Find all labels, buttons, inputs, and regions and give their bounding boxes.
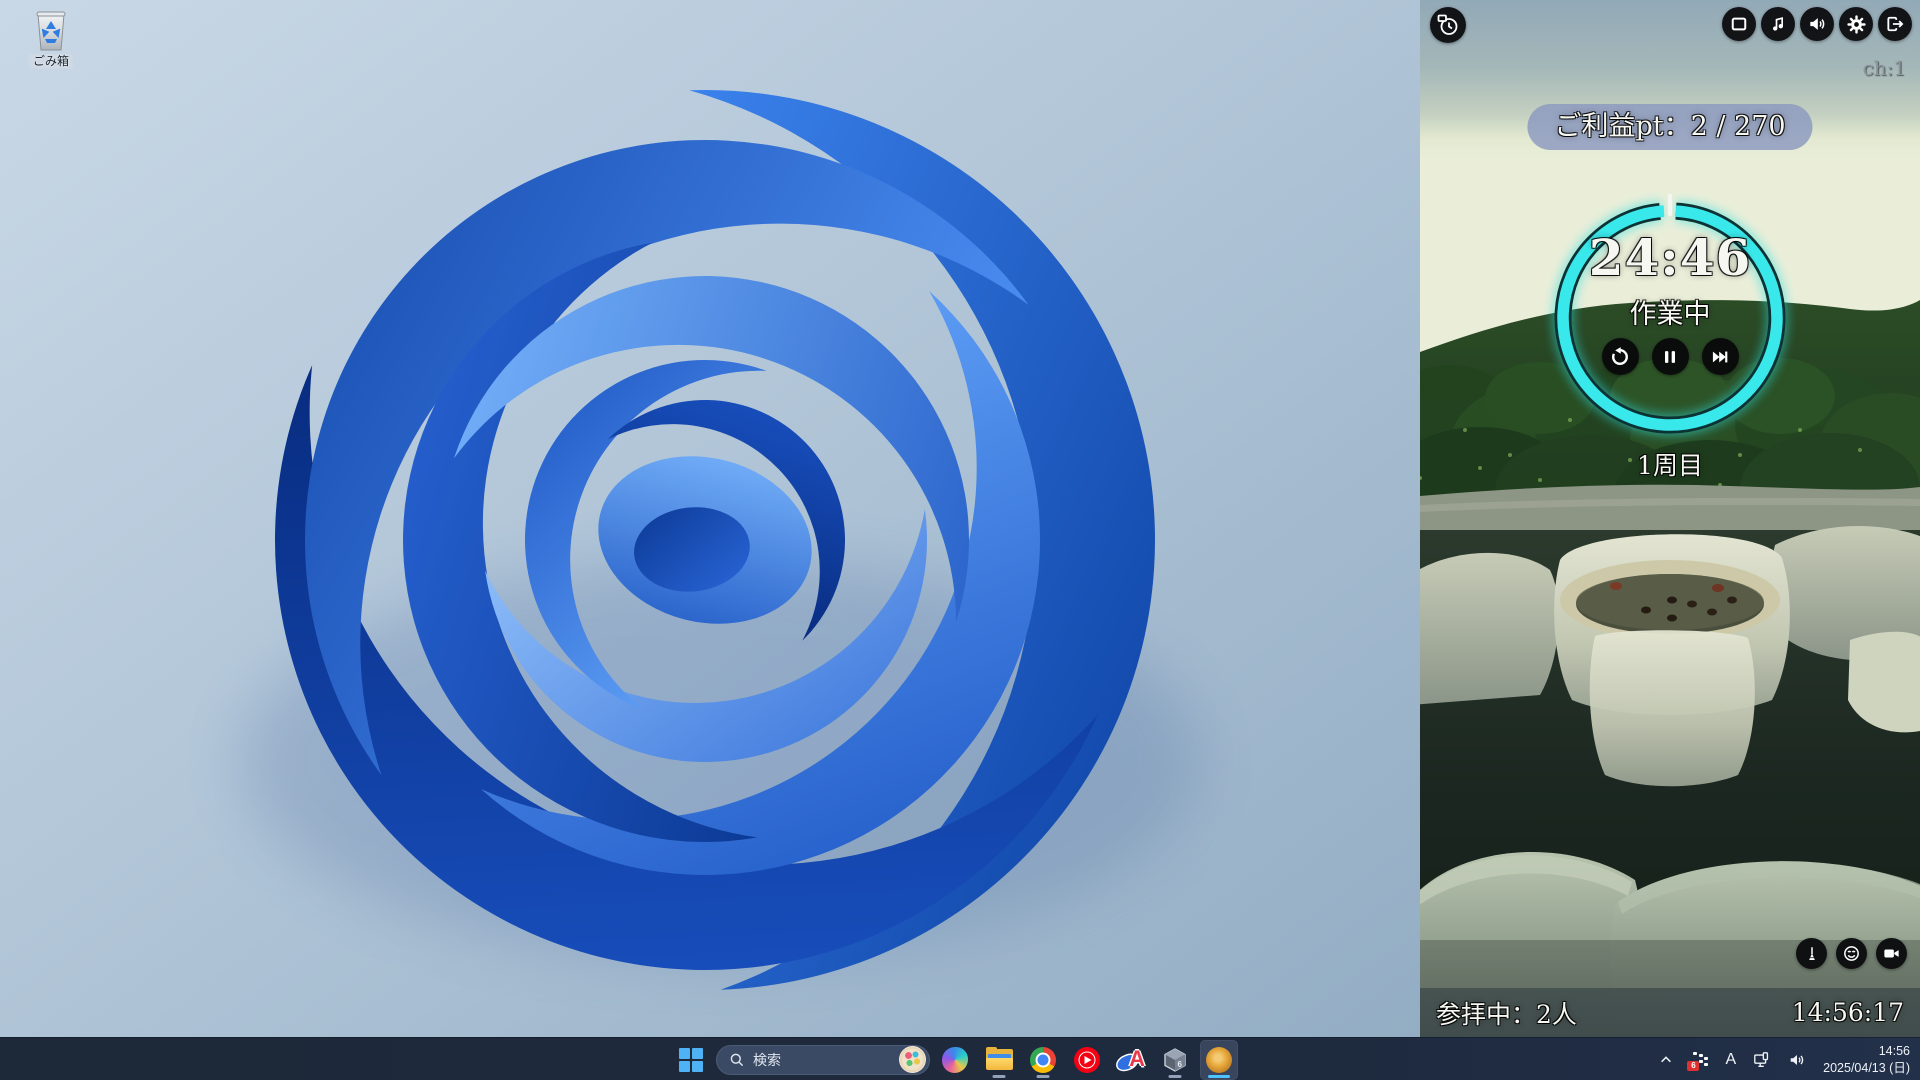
chevron-up-icon [1659,1053,1673,1067]
app-a-icon: A [1115,1046,1145,1073]
skip-button[interactable] [1701,338,1739,375]
panel-header-buttons [1722,7,1912,41]
taskbar-app-youtube-music[interactable] [1068,1040,1106,1080]
pause-icon [1660,347,1680,367]
shrine-scene [1420,0,1920,1037]
taskbar-app-file-explorer[interactable] [980,1040,1018,1080]
music-button[interactable] [1761,7,1795,41]
broom-icon [1803,945,1821,963]
running-indicator [1036,1074,1050,1078]
restart-button[interactable] [1601,338,1639,375]
visitors-label: 参拝中：2人 [1436,999,1577,1029]
smiley-button[interactable] [1836,938,1867,969]
video-camera-icon [1882,944,1901,963]
clock-button[interactable]: 14:56 2025/04/13 (日) [1821,1040,1912,1080]
chrome-icon [1030,1046,1056,1073]
running-indicator [1168,1074,1182,1078]
youtube-music-icon [1074,1046,1100,1073]
logout-button[interactable] [1878,7,1912,41]
tray-chevron-button[interactable] [1657,1040,1675,1080]
volume-button[interactable] [1800,7,1834,41]
app-badge-icon: 6 [1687,1051,1708,1071]
active-indicator [1208,1074,1230,1078]
camera-button[interactable] [1876,938,1907,969]
wallpaper-bloom [0,0,1420,1037]
system-tray: 6 A 14:56 2025/04/13 (日) [1657,1038,1912,1080]
svg-text:6: 6 [1178,1060,1183,1069]
recycle-bin-label: ごみ箱 [28,54,73,69]
skip-icon [1710,347,1730,367]
smiley-icon [1842,944,1861,963]
panel-clock: 14:56:17 [1791,998,1904,1027]
lap-label: 1周目 [1637,451,1703,480]
timer-clock-button[interactable] [1430,7,1466,43]
notification-badge: 6 [1687,1060,1700,1071]
start-button[interactable] [672,1040,710,1080]
search-daily-image[interactable] [899,1046,926,1073]
network-display-icon [1753,1051,1771,1069]
points-badge: ご利益pt：2 / 270 [1527,104,1813,150]
taskbar-center: 検索 A 6 [672,1038,1238,1080]
network-button[interactable] [1751,1040,1773,1080]
search-icon [729,1052,745,1068]
taskbar-app-cube[interactable]: 6 [1156,1040,1194,1080]
panel-action-buttons [1796,938,1907,969]
logout-icon [1885,14,1905,34]
cube-app-icon: 6 [1162,1047,1188,1073]
taskbar-search[interactable]: 検索 [716,1044,930,1075]
tray-time: 14:56 [1878,1044,1910,1059]
restart-icon [1609,346,1631,368]
search-placeholder: 検索 [753,1051,781,1068]
pause-button[interactable] [1651,338,1689,375]
shrine-app-icon [1206,1046,1232,1073]
taskbar-app-shrine[interactable] [1200,1039,1238,1080]
file-explorer-icon [985,1046,1013,1071]
windows-logo-icon [679,1047,703,1072]
volume-icon [1807,14,1827,34]
timer-clock-icon [1436,13,1460,37]
taskbar-app-copilot[interactable] [936,1040,974,1080]
tray-clock: 14:56 2025/04/13 (日) [1823,1043,1910,1076]
timer-controls [1538,338,1802,375]
running-indicator [992,1074,1006,1078]
settings-button[interactable] [1839,7,1873,41]
ime-mode-label: A [1725,1050,1737,1068]
timer-status: 作業中 [1629,299,1711,330]
taskbar-app-a[interactable]: A [1112,1040,1150,1080]
music-note-icon [1768,14,1788,34]
pomodoro-timer: 24:46 作業中 [1538,186,1802,450]
window-button[interactable] [1722,7,1756,41]
taskbar: 検索 A 6 6 A 14:56 2025/04/13 (日) [0,1037,1920,1080]
recycle-bin-icon[interactable]: ごみ箱 [16,8,86,70]
tray-date: 2025/04/13 (日) [1823,1060,1910,1075]
copilot-icon [942,1046,968,1073]
recycle-bin-glyph [30,8,72,52]
volume-tray-icon [1788,1051,1806,1069]
volume-tray-button[interactable] [1786,1040,1808,1080]
desktop-screen: ごみ箱 ch:1 ご利益pt：2 / 270 24:46 作業中 1周目 参拝中… [0,0,1920,1080]
settings-gear-icon [1846,14,1867,35]
tray-app-badge-button[interactable]: 6 [1687,1040,1710,1080]
taskbar-app-chrome[interactable] [1024,1040,1062,1080]
panel-footer-bar: 参拝中：2人 14:56:17 [1420,988,1920,1037]
timer-time: 24:46 [1588,228,1752,287]
window-icon [1729,14,1749,34]
broom-button[interactable] [1796,938,1827,969]
channel-label: ch:1 [1862,56,1906,80]
shrine-app-panel: ch:1 ご利益pt：2 / 270 24:46 作業中 1周目 参拝中：2人 … [1420,0,1920,1037]
ime-mode-button[interactable]: A [1723,1040,1738,1080]
